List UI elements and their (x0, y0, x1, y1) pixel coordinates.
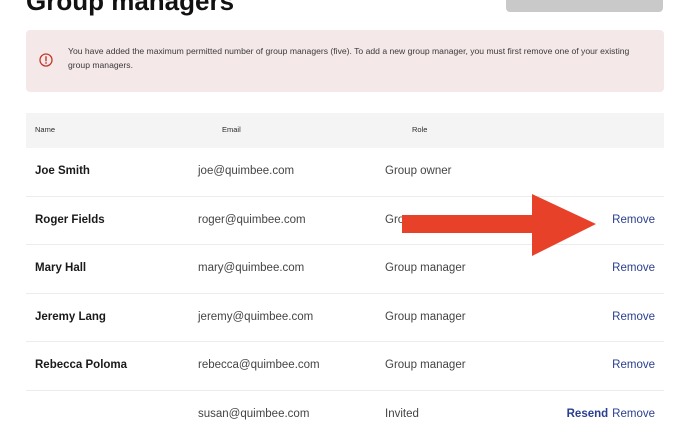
column-header-email[interactable]: Email (222, 125, 241, 134)
table-body: Joe Smith joe@quimbee.com Group owner Roger… (26, 148, 664, 439)
row-name: Roger Fields (35, 213, 105, 226)
group-managers-table: Name Email Role Joe Smith joe@quimbee.com… (26, 113, 664, 439)
resend-link[interactable]: Resend (567, 408, 609, 420)
table-row: Rebecca Poloma rebecca@quimbee.com Group m… (26, 342, 664, 391)
row-email: roger@quimbee.com (198, 213, 306, 226)
add-group-manager-button[interactable] (506, 0, 663, 12)
table-row: Jeremy Lang jeremy@quimbee.com Group manag… (26, 294, 664, 342)
alert-circle-icon (39, 53, 53, 67)
remove-link[interactable]: Remove (612, 311, 655, 323)
row-email: rebecca@quimbee.com (198, 359, 320, 371)
row-name: Joe Smith (35, 165, 90, 177)
row-actions: Remove (612, 359, 655, 371)
row-name: Rebecca Poloma (35, 359, 128, 371)
row-role: Group manager (385, 359, 466, 371)
column-header-name[interactable]: Name (35, 125, 55, 134)
table-row: Joe Smith joe@quimbee.com Group owner (26, 148, 664, 197)
row-email: susan@quimbee.com (198, 407, 310, 420)
remove-link[interactable]: Remove (612, 262, 655, 274)
alert-message: You have added the maximum permitted num… (68, 46, 630, 70)
remove-link[interactable]: Remove (612, 359, 655, 371)
max-managers-alert: You have added the maximum permitted num… (26, 30, 664, 92)
row-actions: Remove (612, 311, 655, 323)
table-row: susan@quimbee.com Invited Resend Remove (26, 391, 664, 440)
red-arrow-icon (402, 194, 596, 256)
row-email: mary@quimbee.com (198, 262, 305, 274)
remove-link[interactable]: Remove (612, 408, 655, 420)
table-header: Name Email Role (26, 113, 664, 148)
row-name: Mary Hall (35, 262, 87, 274)
row-name: Jeremy Lang (35, 310, 106, 323)
row-role: Invited (385, 407, 419, 420)
row-role: Group owner (385, 165, 452, 177)
page-title: Group managers (26, 0, 235, 16)
column-header-role[interactable]: Role (412, 125, 427, 134)
row-role: Group manager (385, 310, 466, 323)
row-actions: Resend Remove (567, 408, 655, 420)
row-email: jeremy@quimbee.com (198, 310, 314, 323)
row-email: joe@quimbee.com (198, 165, 295, 177)
remove-link[interactable]: Remove (612, 214, 655, 226)
row-actions: Remove (612, 262, 655, 274)
row-actions: Remove (612, 214, 655, 226)
